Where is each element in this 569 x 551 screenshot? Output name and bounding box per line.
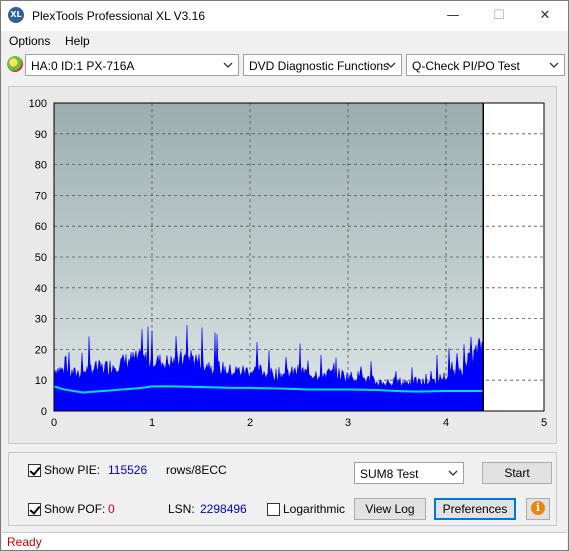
show-pie-checkbox[interactable]: [28, 464, 41, 477]
y-tick-label: 10: [35, 375, 47, 387]
pie-unit: rows/8ECC: [166, 463, 227, 477]
maximize-button[interactable]: ☐: [476, 1, 522, 31]
menu-help[interactable]: Help: [65, 34, 90, 48]
y-tick-label: 60: [35, 221, 47, 233]
chevron-down-icon: [549, 62, 559, 68]
drive-select-value: HA:0 ID:1 PX-716A: [31, 59, 135, 73]
pie-value: 115526: [108, 463, 148, 477]
info-button[interactable]: i: [526, 498, 550, 520]
logarithmic-checkbox[interactable]: [267, 503, 280, 516]
window-title: PlexTools Professional XL V3.16: [32, 9, 205, 23]
y-tick-label: 0: [41, 406, 47, 418]
y-tick-label: 20: [35, 344, 47, 356]
test-select[interactable]: Q-Check PI/PO Test: [406, 54, 565, 76]
y-tick-label: 90: [35, 129, 47, 141]
function-select-value: DVD Diagnostic Functions: [249, 59, 390, 73]
x-tick-label: 4: [443, 417, 449, 429]
view-log-button[interactable]: View Log: [354, 498, 426, 520]
chevron-down-icon: [386, 62, 396, 68]
pof-value: 0: [108, 502, 115, 516]
preferences-button[interactable]: Preferences: [434, 498, 516, 520]
chart-panel: 0 10 20 30 40 50 60 70 80 90 100 0 1 2 3 4 5: [8, 86, 557, 444]
function-select[interactable]: DVD Diagnostic Functions: [243, 54, 402, 76]
app-logo-icon: XL: [8, 7, 24, 23]
x-tick-label: 3: [345, 417, 351, 429]
info-icon: i: [531, 501, 545, 515]
minimize-button[interactable]: —: [430, 1, 476, 31]
y-tick-label: 50: [35, 252, 47, 264]
status-text: Ready: [7, 535, 42, 549]
x-tick-label: 1: [149, 417, 155, 429]
close-button[interactable]: ✕: [522, 1, 568, 31]
lsn-value: 2298496: [200, 502, 247, 516]
toolbar: HA:0 ID:1 PX-716A DVD Diagnostic Functio…: [1, 52, 568, 80]
y-tick-label: 100: [29, 98, 47, 110]
pie-chart: 0 10 20 30 40 50 60 70 80 90 100 0 1 2 3 4 5: [29, 98, 547, 429]
show-pof-checkbox[interactable]: [28, 503, 41, 516]
y-tick-label: 40: [35, 283, 47, 295]
title-bar: XL PlexTools Professional XL V3.16 — ☐ ✕: [1, 1, 568, 31]
start-button[interactable]: Start: [482, 462, 552, 484]
y-tick-label: 70: [35, 190, 47, 202]
menu-bar: Options Help: [1, 32, 568, 51]
status-bar: Ready: [2, 532, 567, 550]
y-tick-label: 80: [35, 160, 47, 172]
x-tick-label: 2: [247, 417, 253, 429]
control-panel: Show PIE: 115526 rows/8ECC Show POF: 0 L…: [8, 452, 557, 526]
show-pof-label: Show POF:: [44, 502, 106, 516]
chevron-down-icon: [448, 470, 458, 476]
logarithmic-label: Logarithmic: [283, 502, 346, 516]
sum8-test-value: SUM8 Test: [360, 467, 419, 481]
y-tick-label: 30: [35, 314, 47, 326]
lsn-label: LSN:: [168, 502, 195, 516]
test-select-value: Q-Check PI/PO Test: [412, 59, 520, 73]
drive-select[interactable]: HA:0 ID:1 PX-716A: [25, 54, 239, 76]
menu-options[interactable]: Options: [9, 34, 50, 48]
x-tick-label: 0: [51, 417, 57, 429]
show-pie-label: Show PIE:: [44, 463, 101, 477]
sum8-test-select[interactable]: SUM8 Test: [354, 462, 464, 484]
x-tick-label: 5: [541, 417, 547, 429]
chevron-down-icon: [223, 62, 233, 68]
app-window: XL PlexTools Professional XL V3.16 — ☐ ✕…: [0, 0, 569, 551]
